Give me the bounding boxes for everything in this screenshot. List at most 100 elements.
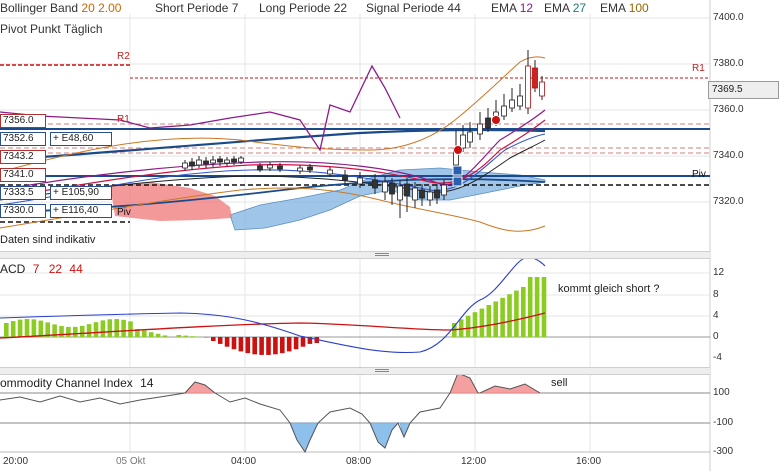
candle	[404, 183, 410, 197]
long-period-legend[interactable]: Long Periode 22	[259, 1, 347, 15]
entry-marker[interactable]	[453, 145, 463, 155]
short-period-legend[interactable]: Short Periode 7	[155, 1, 238, 15]
candle	[412, 187, 418, 201]
r1-left-label: R1	[117, 114, 130, 125]
candle	[182, 162, 188, 169]
ema-label: EMA	[491, 1, 517, 15]
macd-label: ACD	[0, 262, 26, 276]
candle	[532, 67, 538, 89]
candle	[238, 157, 244, 163]
macd-bar	[465, 315, 471, 337]
signal-period-legend[interactable]: Signal Periode 44	[366, 1, 461, 15]
macd-bar	[273, 337, 278, 355]
candle	[427, 191, 433, 201]
candle	[467, 131, 473, 143]
macd-bar	[31, 319, 37, 337]
splitter-grip-icon	[375, 255, 389, 256]
bollinger-deviation: 2.00	[98, 1, 122, 15]
price-tag[interactable]: 7356.0	[0, 114, 46, 128]
entry-marker[interactable]	[491, 115, 501, 125]
macd-bar	[514, 290, 519, 337]
ema-value: 12	[519, 1, 534, 15]
candle	[297, 167, 303, 172]
macd-bar	[24, 319, 30, 337]
position-pl-tag[interactable]: + E116,40	[50, 204, 112, 218]
candle	[525, 65, 531, 109]
price-axis-label: 7320.0	[713, 196, 744, 207]
signal-period-value: 44	[447, 1, 461, 15]
candle	[477, 123, 483, 135]
candle	[397, 185, 403, 201]
price-axis-label: 7400.0	[713, 12, 744, 23]
macd-bar	[155, 333, 161, 337]
short-period-value: 7	[231, 1, 239, 15]
macd-bar	[38, 320, 44, 337]
candle	[485, 117, 491, 129]
splitter-grip-icon	[375, 253, 389, 254]
candle	[419, 189, 425, 199]
macd-axis-label: -4	[713, 352, 722, 363]
candle	[224, 159, 230, 164]
macd-bar	[128, 321, 133, 337]
macd-bar	[17, 319, 23, 337]
macd-bar	[176, 335, 182, 337]
order-marker[interactable]	[452, 176, 463, 187]
order-marker[interactable]	[452, 165, 463, 176]
price-tag[interactable]: 7333.5	[0, 186, 46, 200]
cci-legend[interactable]: ommodity Channel Index 14	[0, 376, 153, 390]
candle	[277, 165, 283, 170]
macd-bar	[293, 337, 299, 350]
signal-period-label: Signal Periode	[366, 1, 445, 15]
macd-bar	[211, 337, 216, 341]
candle	[327, 169, 333, 175]
macd-legend[interactable]: ACD 7 22 44	[0, 262, 83, 276]
time-axis-label: 04:00	[231, 456, 257, 467]
macd-bar	[183, 335, 188, 337]
pivot-left-label: Piv	[117, 207, 131, 218]
macd-annotation: kommt gleich short ?	[558, 283, 660, 295]
macd-bar	[121, 319, 126, 337]
macd-bar	[238, 337, 244, 352]
candle	[217, 158, 223, 163]
price-axis-label: 7380.0	[713, 58, 744, 69]
cci-axis-label: -300	[713, 446, 734, 457]
price-tag[interactable]: 7341.0	[0, 168, 46, 182]
macd-bar	[534, 277, 540, 337]
candle	[210, 159, 216, 164]
position-pl-tag[interactable]: + E105,90	[50, 186, 112, 200]
macd-bar	[479, 308, 485, 337]
ema-label: EMA	[600, 1, 626, 15]
macd-bar	[73, 326, 78, 337]
ema-12-legend[interactable]: EMA 12	[491, 1, 533, 15]
ema-27-legend[interactable]: EMA 27	[544, 1, 586, 15]
candle	[434, 189, 440, 199]
cci-axis-label: 100	[713, 387, 730, 398]
candle	[539, 81, 545, 97]
macd-bar	[4, 323, 9, 337]
macd-bar	[79, 325, 85, 337]
macd-bar	[231, 337, 237, 350]
macd-bar	[259, 337, 264, 355]
position-pl-tag[interactable]: + E48,60	[50, 132, 112, 146]
macd-bar	[10, 321, 16, 337]
pane-splitter[interactable]	[0, 251, 710, 259]
candle	[267, 164, 273, 169]
macd-bar	[500, 297, 505, 337]
macd-bar	[280, 337, 285, 354]
price-tag[interactable]: 7330.0	[0, 204, 46, 218]
candle	[382, 181, 388, 193]
time-axis-label: 12:00	[461, 456, 487, 467]
ema-100-legend[interactable]: EMA 100	[600, 1, 649, 15]
macd-bar	[300, 337, 306, 347]
pivot-legend[interactable]: Pivot Punkt Täglich	[0, 22, 103, 36]
macd-bar	[93, 322, 99, 337]
long-period-value: 22	[333, 1, 348, 15]
macd-axis-label: 12	[713, 267, 725, 278]
macd-bar	[217, 337, 223, 344]
price-tag[interactable]: 7352.6	[0, 132, 46, 146]
macd-bar	[472, 312, 478, 337]
bollinger-band-legend[interactable]: Bollinger Band 20 2.00	[0, 1, 121, 15]
chart-canvas	[0, 0, 711, 471]
price-tag[interactable]: 7343.2	[0, 150, 46, 164]
pane-splitter[interactable]	[0, 367, 710, 375]
